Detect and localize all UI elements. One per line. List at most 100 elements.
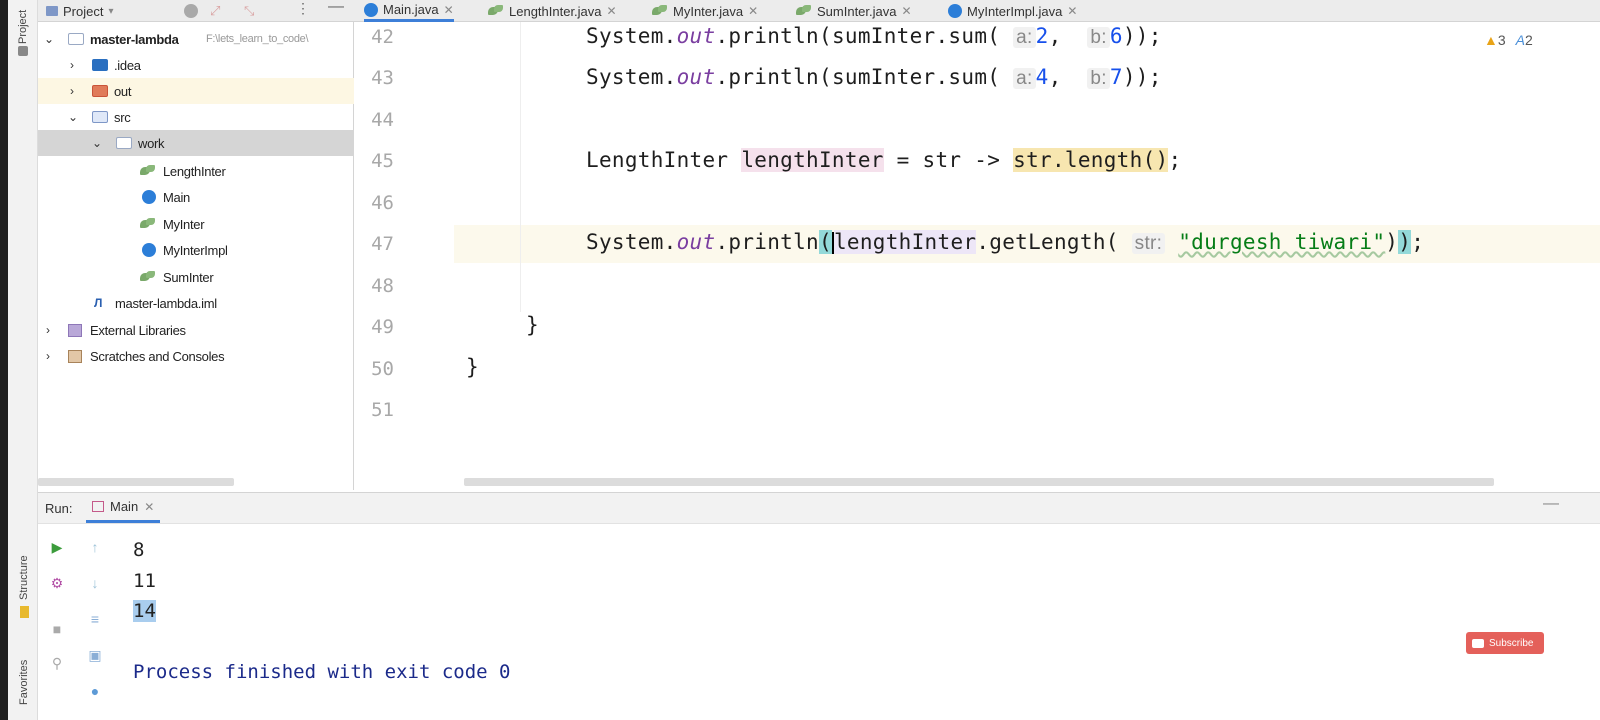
- warning-indicator[interactable]: ▲3: [1484, 32, 1506, 48]
- stop-icon[interactable]: ■: [46, 618, 68, 640]
- tree-root[interactable]: ⌄ master-lambda F:\lets_learn_to_code\: [38, 26, 354, 52]
- console-output-line: 14: [133, 600, 156, 622]
- hide-panel-icon[interactable]: —: [328, 0, 344, 16]
- tree-label: .idea: [114, 57, 141, 73]
- chevron-right-icon[interactable]: ›: [70, 58, 74, 72]
- pin-icon[interactable]: ⚲: [46, 652, 68, 674]
- collapse-icon[interactable]: ⤡: [244, 3, 254, 19]
- tree-label: MyInter: [163, 216, 205, 232]
- typo-indicator[interactable]: A2: [1516, 32, 1533, 48]
- minimize-icon[interactable]: —: [1543, 495, 1559, 513]
- code-line-45[interactable]: LengthInter lengthInter = str -> str.len…: [586, 148, 1181, 172]
- close-icon[interactable]: ✕: [144, 500, 154, 514]
- module-file-icon: Л: [94, 296, 103, 310]
- run-tab-main[interactable]: Main ✕: [86, 493, 161, 523]
- code-token: ));: [1122, 65, 1162, 89]
- tree-item-src[interactable]: ⌄ src: [38, 104, 354, 130]
- code-token: .println(sumInter.sum(: [715, 24, 1001, 48]
- arrow-down-icon[interactable]: ↓: [84, 572, 106, 594]
- tree-item-main[interactable]: Main: [38, 184, 354, 210]
- close-icon[interactable]: ✕: [444, 3, 454, 17]
- tree-item-external-libraries[interactable]: › External Libraries: [38, 317, 354, 343]
- class-icon: [948, 4, 962, 18]
- editor-horizontal-scrollbar[interactable]: [464, 478, 1494, 486]
- tree-item-scratches[interactable]: › Scratches and Consoles: [38, 343, 354, 369]
- structure-icon: [20, 606, 29, 618]
- interface-icon: [652, 5, 668, 17]
- tree-item-work[interactable]: ⌄ work: [38, 130, 354, 156]
- inspection-widget[interactable]: ▲3 A2: [1484, 32, 1533, 48]
- code-number: 7: [1109, 65, 1123, 89]
- tree-item-lengthinter[interactable]: LengthInter: [38, 158, 354, 184]
- folder-icon: [116, 137, 132, 149]
- rerun-icon[interactable]: ▶: [46, 536, 68, 558]
- code-token: out: [676, 65, 716, 89]
- project-tool-icon: [18, 46, 28, 56]
- code-editor[interactable]: ▲3 A2: [354, 22, 1600, 490]
- soft-wrap-icon[interactable]: ≡: [84, 608, 106, 630]
- close-icon[interactable]: ✕: [607, 4, 617, 18]
- chevron-right-icon[interactable]: ›: [46, 323, 50, 337]
- code-line-42[interactable]: System.out.println(sumInter.sum( a: 2, b:…: [586, 24, 1162, 49]
- tab-label: Main.java: [383, 2, 439, 17]
- code-token: System.: [586, 24, 677, 48]
- clear-icon[interactable]: ●: [84, 680, 106, 702]
- lambda-body: str.length(): [1013, 148, 1169, 172]
- line-number-gutter: 42 43 44 45 46 47 48 49 50 51: [354, 22, 454, 490]
- window-edge: [0, 0, 8, 720]
- code-token: ): [1385, 230, 1399, 254]
- tab-lengthinter-java[interactable]: LengthInter.java ✕: [488, 0, 617, 22]
- code-line-47[interactable]: System.out.println(lengthInter.getLength…: [586, 230, 1424, 255]
- subscribe-label: Subscribe: [1489, 637, 1534, 649]
- tab-myinterimpl-java[interactable]: MyInterImpl.java ✕: [948, 0, 1077, 22]
- subscribe-button[interactable]: Subscribe: [1466, 632, 1544, 654]
- param-hint: b:: [1087, 27, 1110, 48]
- chevron-down-icon[interactable]: ⌄: [44, 32, 54, 46]
- code-token: .println: [715, 230, 819, 254]
- code-token: ;: [1168, 148, 1182, 172]
- close-icon[interactable]: ✕: [748, 4, 758, 18]
- tree-item-suminter[interactable]: SumInter: [38, 264, 354, 290]
- code-line-50[interactable]: }: [466, 355, 479, 379]
- close-icon[interactable]: ✕: [1067, 4, 1077, 18]
- print-icon[interactable]: ▣: [84, 644, 106, 666]
- close-icon[interactable]: ✕: [902, 4, 912, 18]
- locate-icon[interactable]: [184, 4, 198, 18]
- code-line-49[interactable]: }: [526, 313, 539, 337]
- tab-suminter-java[interactable]: SumInter.java ✕: [796, 0, 912, 22]
- project-tree: ⌄ master-lambda F:\lets_learn_to_code\ ›…: [38, 22, 354, 490]
- favorites-tool-button[interactable]: Favorites: [18, 660, 30, 705]
- tab-myinter-java[interactable]: MyInter.java ✕: [652, 0, 758, 22]
- structure-tool-button[interactable]: Structure: [18, 555, 30, 600]
- tree-item-iml[interactable]: Л master-lambda.iml: [38, 290, 354, 316]
- project-panel-header[interactable]: Project ▾: [46, 0, 114, 22]
- process-exit-message: Process finished with exit code 0: [133, 661, 511, 683]
- arrow-up-icon[interactable]: ↑: [84, 536, 106, 558]
- chevron-down-icon[interactable]: ▾: [108, 6, 113, 17]
- tree-item-out[interactable]: › out: [38, 78, 354, 104]
- tree-item-idea[interactable]: › .idea: [38, 52, 354, 78]
- param-hint: str:: [1131, 233, 1166, 254]
- project-header-title: Project: [63, 3, 104, 19]
- tree-root-label: master-lambda: [90, 31, 179, 47]
- code-number: 2: [1035, 24, 1049, 48]
- warning-icon: ▲: [1484, 32, 1498, 48]
- line-number: 47: [371, 233, 394, 255]
- code-line-43[interactable]: System.out.println(sumInter.sum( a: 4, b:…: [586, 65, 1162, 90]
- code-token: .getLength(: [976, 230, 1119, 254]
- settings-icon[interactable]: ⚙: [46, 572, 68, 594]
- warning-count: 3: [1497, 32, 1506, 48]
- chevron-right-icon[interactable]: ›: [46, 349, 50, 363]
- chevron-down-icon[interactable]: ⌄: [68, 110, 78, 124]
- console-output-line: 8: [133, 539, 145, 561]
- expand-icon[interactable]: ⤢: [210, 3, 220, 19]
- chevron-right-icon[interactable]: ›: [70, 84, 74, 98]
- tree-item-myinterimpl[interactable]: MyInterImpl: [38, 237, 354, 263]
- options-icon[interactable]: ⋮: [296, 0, 310, 17]
- chevron-down-icon[interactable]: ⌄: [92, 136, 102, 150]
- class-icon: [142, 243, 156, 257]
- horizontal-scrollbar[interactable]: [38, 478, 234, 486]
- project-tool-button[interactable]: Project: [17, 10, 29, 44]
- tab-main-java[interactable]: Main.java ✕: [364, 0, 454, 22]
- tree-item-myinter[interactable]: MyInter: [38, 211, 354, 237]
